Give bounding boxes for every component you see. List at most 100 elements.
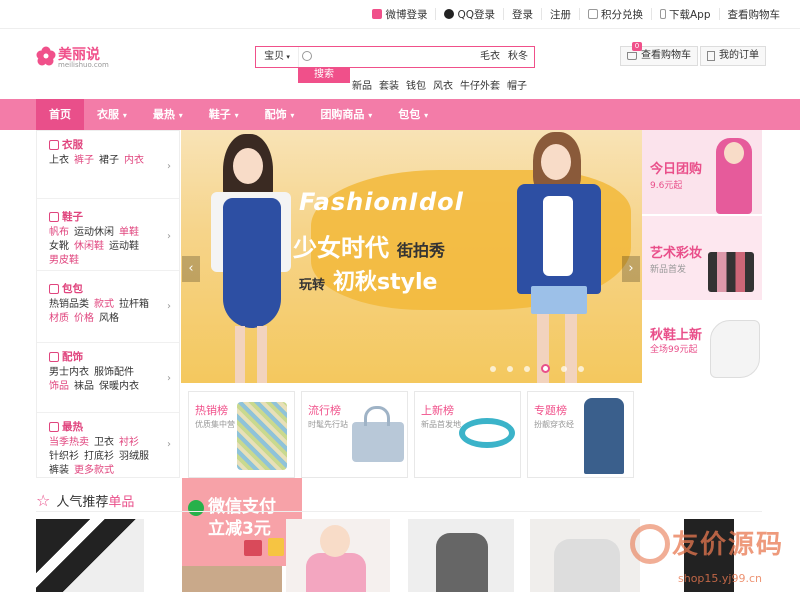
category-link[interactable]: 上衣 [49,155,69,166]
category-group-clothes[interactable]: 衣服 上衣 裤子 裙子 内衣 › [37,131,179,199]
promo-makeup[interactable]: 艺术彩妆 新品首发 [642,216,762,300]
denim-coat-image [584,398,624,474]
category-link[interactable]: 裙子 [99,155,119,166]
hot-search-words: 新品 套装 钱包 风衣 牛仔外套 帽子 [352,77,527,92]
hero-banner[interactable]: FashionIdol 少女时代 街拍秀 玩转 初秋style ‹ › [181,130,642,383]
chevron-right-icon: › [167,373,171,384]
category-link[interactable]: 男皮鞋 [49,255,79,266]
banner-prev-button[interactable]: ‹ [182,256,200,282]
category-link[interactable]: 羽绒服 [119,451,149,462]
search-icon [302,51,312,61]
hot-word-link[interactable]: 钱包 [406,77,426,92]
category-link[interactable]: 休闲鞋 [74,241,104,252]
category-link[interactable]: 饰品 [49,381,69,392]
search-hint-word[interactable]: 毛衣 [480,47,500,67]
chevron-down-icon: ▾ [234,111,239,120]
banner-dot[interactable] [541,364,550,373]
banner-dot[interactable] [578,365,584,372]
category-group-shoes[interactable]: 鞋子 帆布 运动休闲 单鞋 女靴 休闲鞋 运动鞋 男皮鞋 › [37,203,179,271]
category-group-bags[interactable]: 包包 热销品类 款式 拉杆箱 材质 价格 风格 › [37,275,179,343]
hot-word-link[interactable]: 套装 [379,77,399,92]
banner-line2: 少女时代 街拍秀 [293,234,446,262]
download-app-link[interactable]: 下载App [650,8,719,21]
nav-item-bags[interactable]: 包包 ▾ [385,99,441,130]
search-hint-word[interactable]: 秋冬 [508,47,528,67]
nav-item-hottest[interactable]: 最热 ▾ [140,99,196,130]
product-image-pink-sweater[interactable] [286,519,390,592]
search-button[interactable]: 搜索 [298,67,350,83]
category-group-accessories[interactable]: 配饰 男士内衣 服饰配件 饰品 袜品 保暖内衣 › [37,343,179,413]
promo-autumn-shoes[interactable]: 秋鞋上新 全场99元起 [642,300,762,384]
nav-item-shoes[interactable]: 鞋子 ▾ [196,99,252,130]
category-link[interactable]: 当季热卖 [49,437,89,448]
category-link[interactable]: 针织衫 [49,451,79,462]
search-box: 宝贝 ▾ 毛衣 秋冬 [255,46,535,68]
banner-dot[interactable] [507,365,513,372]
category-link[interactable]: 衬衫 [119,437,139,448]
category-link[interactable]: 服饰配件 [94,367,134,378]
cart-count-badge: 0 [632,42,642,51]
category-group-hottest[interactable]: 最热 当季热卖 卫衣 衬衫 针织衫 打底衫 羽绒服 裤装 更多款式 › [37,413,179,477]
category-link[interactable]: 热销品类 [49,299,89,310]
category-link[interactable]: 运动鞋 [109,241,139,252]
logo-domain: meilishuo.com [58,61,109,69]
category-link[interactable]: 袜品 [74,381,94,392]
category-link[interactable]: 保暖内衣 [99,381,139,392]
my-orders-button[interactable]: 我的订单 [700,46,766,66]
banner-dot[interactable] [561,365,567,372]
hot-word-link[interactable]: 新品 [352,77,372,92]
category-link[interactable]: 款式 [94,299,114,310]
category-link[interactable]: 材质 [49,313,69,324]
rank-best-sellers[interactable]: 热销榜 优质集中营 [188,391,295,478]
hot-word-link[interactable]: 帽子 [507,77,527,92]
category-link[interactable]: 卫衣 [94,437,114,448]
category-link[interactable]: 运动休闲 [74,227,114,238]
promo-group-buy[interactable]: 今日团购 9.6元起 [642,130,762,214]
product-image-grey-dress[interactable] [408,519,514,592]
banner-dot[interactable] [524,365,530,372]
nav-item-clothes[interactable]: 衣服 ▾ [84,99,140,130]
nav-item-group-buy[interactable]: 团购商品 ▾ [307,99,385,130]
category-link[interactable]: 价格 [74,313,94,324]
weibo-login-link[interactable]: 微博登录 [364,8,435,21]
shirt-image [237,402,287,470]
top-bar: 微博登录 QQ登录 登录 注册 积分兑换 下载App 查看购物车 [0,0,800,29]
search-input[interactable] [314,48,428,66]
category-link[interactable]: 帆布 [49,227,69,238]
view-cart-link[interactable]: 查看购物车 [718,8,789,21]
rank-trending[interactable]: 流行榜 时髦先行站 [301,391,408,478]
points-exchange-link[interactable]: 积分兑换 [578,8,651,21]
wechat-pay-ad[interactable]: 微信支付 立减3元 [182,478,302,566]
banner-line3: 玩转 初秋style [299,270,438,295]
login-link[interactable]: 登录 [502,8,541,21]
search-category-select[interactable]: 宝贝 ▾ [256,47,299,67]
hot-word-link[interactable]: 牛仔外套 [460,77,500,92]
product-image-bag[interactable] [182,566,282,592]
category-link[interactable]: 男士内衣 [49,367,89,378]
hot-icon [49,421,59,432]
chevron-right-icon: › [167,231,171,242]
watermark: 友价源码 shop15.yj99.cn [612,516,800,592]
category-link[interactable]: 裤装 [49,465,69,476]
category-link[interactable]: 拉杆箱 [119,299,149,310]
qq-login-link[interactable]: QQ登录 [435,8,503,21]
register-link[interactable]: 注册 [540,8,579,21]
banner-dot[interactable] [490,365,496,372]
hot-word-link[interactable]: 风衣 [433,77,453,92]
category-link[interactable]: 单鞋 [119,227,139,238]
product-image-sneaker[interactable] [36,519,144,592]
banner-model-right [503,130,613,383]
site-logo[interactable]: 美丽说 meilishuo.com [36,44,109,70]
category-link[interactable]: 内衣 [124,155,144,166]
category-link[interactable]: 更多款式 [74,465,114,476]
banner-line1: FashionIdol [299,188,464,216]
category-link[interactable]: 裤子 [74,155,94,166]
category-link[interactable]: 女靴 [49,241,69,252]
nav-item-home[interactable]: 首页 [36,99,84,130]
category-link[interactable]: 打底衫 [84,451,114,462]
nav-item-accessories[interactable]: 配饰 ▾ [252,99,308,130]
rank-new-arrivals[interactable]: 上新榜 新品首发地 [414,391,521,478]
banner-next-button[interactable]: › [622,256,640,282]
rank-topics[interactable]: 专题榜 扮靓穿衣经 [527,391,634,478]
category-link[interactable]: 风格 [99,313,119,324]
